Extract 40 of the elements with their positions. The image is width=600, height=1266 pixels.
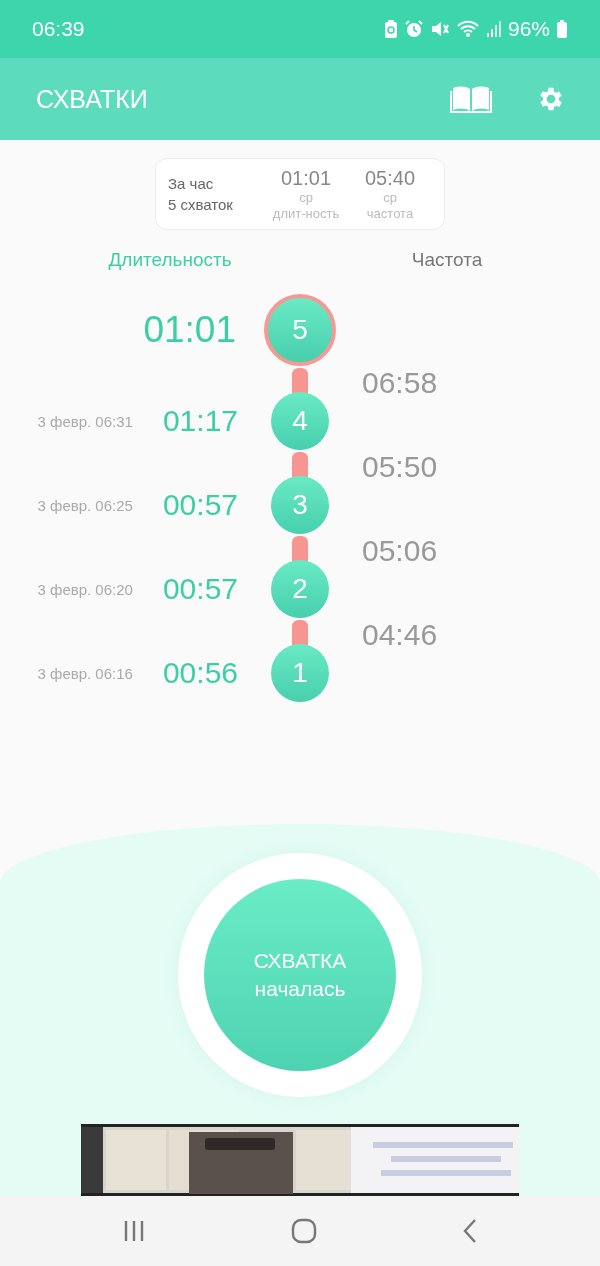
- wifi-icon: [455, 19, 480, 39]
- app-title: СХВАТКИ: [36, 84, 148, 114]
- contraction-date: 3 февр. 06:31: [37, 412, 133, 430]
- average-frequency-label: ср: [383, 189, 397, 206]
- contraction-duration: 01:01: [143, 309, 237, 351]
- signal-icon: [485, 19, 502, 39]
- battery-percent: 96%: [507, 17, 550, 41]
- battery-icon: [556, 19, 568, 39]
- contraction-number[interactable]: 3: [271, 476, 329, 534]
- summary-period: За час: [168, 175, 215, 192]
- back-icon[interactable]: [461, 1218, 478, 1244]
- frequency-column-heading: Частота: [411, 249, 483, 271]
- clock-time: 06:39: [32, 17, 85, 41]
- contraction-number[interactable]: 2: [271, 560, 329, 618]
- battery-saver-icon: [383, 19, 398, 39]
- mute-icon: [429, 19, 450, 39]
- home-icon[interactable]: [291, 1218, 317, 1244]
- contraction-number[interactable]: 4: [271, 392, 329, 450]
- average-duration-label: длит-ность: [272, 205, 340, 222]
- contraction-number[interactable]: 1: [271, 644, 329, 702]
- average-frequency: 05:40: [364, 166, 416, 190]
- duration-column-heading: Длительность: [108, 249, 232, 271]
- start-contraction-button[interactable]: СХВАТКА началась: [204, 879, 396, 1071]
- contraction-date: 3 февр. 06:25: [37, 496, 133, 514]
- contraction-number[interactable]: 5: [264, 294, 336, 366]
- contraction-frequency: 06:58: [361, 366, 439, 400]
- contraction-frequency: 05:50: [361, 450, 439, 484]
- alarm-icon: [403, 19, 424, 39]
- average-duration: 01:01: [280, 166, 332, 190]
- contraction-frequency: 04:46: [361, 618, 439, 652]
- contraction-frequency: 05:06: [361, 534, 439, 568]
- summary-count: 5 схваток: [168, 196, 234, 213]
- contraction-duration: 00:56: [162, 656, 238, 690]
- contraction-date: 3 февр. 06:16: [37, 664, 133, 682]
- contraction-duration: 00:57: [162, 572, 238, 606]
- contraction-duration: 00:57: [162, 488, 238, 522]
- contraction-duration: 01:17: [162, 404, 238, 438]
- contraction-date: 3 февр. 06:20: [37, 580, 133, 598]
- average-frequency-label: частота: [366, 205, 414, 222]
- average-duration-label: ср: [299, 189, 313, 206]
